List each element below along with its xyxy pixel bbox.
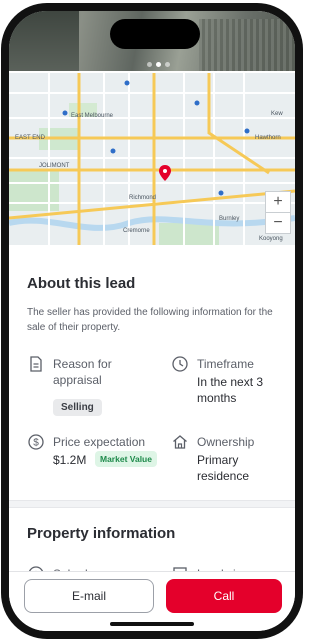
ownership-value: Primary residence <box>197 453 250 483</box>
lead-description: The seller has provided the following in… <box>27 307 273 333</box>
map-label: Hawthorn <box>255 135 281 141</box>
market-value-badge: Market Value <box>95 451 157 467</box>
call-button[interactable]: Call <box>166 579 282 613</box>
dynamic-island <box>110 19 200 49</box>
location-map[interactable]: East Melbourne EAST END JOLIMONT Richmon… <box>9 73 295 245</box>
reason-item: Reason for appraisal Selling <box>27 355 153 425</box>
clock-icon <box>172 356 188 372</box>
map-label: East Melbourne <box>71 113 114 119</box>
photo-fence <box>199 19 295 71</box>
price-value: $1.2M <box>53 453 87 467</box>
email-button[interactable]: E-mail <box>24 579 154 613</box>
section-title-property: Property information <box>27 525 176 542</box>
carousel-dot-active <box>156 62 161 67</box>
park-area <box>159 223 219 245</box>
ownership-item: Ownership Primary residence <box>171 433 281 493</box>
screen: East Melbourne EAST END JOLIMONT Richmon… <box>9 11 295 631</box>
dollar-icon: $ <box>28 434 44 450</box>
photo-wall <box>9 11 79 71</box>
timeframe-value: In the next 3 months <box>197 375 264 405</box>
price-item: $ Price expectation $1.2M Market Value <box>27 433 167 473</box>
park-area <box>9 171 59 211</box>
carousel-dots <box>147 62 170 67</box>
document-icon <box>30 356 42 372</box>
home-icon <box>173 435 187 449</box>
map-label: Kew <box>271 111 283 117</box>
section-title-lead: About this lead <box>27 275 136 292</box>
map-label: Burnley <box>219 216 240 222</box>
carousel-dot <box>147 62 152 67</box>
zoom-in-button[interactable]: + <box>265 191 291 213</box>
section-divider <box>9 500 295 508</box>
timeframe-item: Timeframe In the next 3 months <box>171 355 281 425</box>
timeframe-label: Timeframe <box>197 357 254 371</box>
map-label: JOLIMONT <box>39 163 70 169</box>
ownership-label: Ownership <box>197 435 255 449</box>
map-label: Kooyong <box>259 236 283 242</box>
phone-frame: East Melbourne EAST END JOLIMONT Richmon… <box>1 3 303 639</box>
home-indicator[interactable] <box>110 622 194 626</box>
map-label: EAST END <box>15 135 45 141</box>
svg-text:$: $ <box>33 438 39 449</box>
zoom-out-button[interactable]: − <box>265 212 291 234</box>
map-streets <box>9 73 295 245</box>
carousel-dot <box>165 62 170 67</box>
price-label: Price expectation <box>53 435 146 449</box>
reason-label: Reason for appraisal <box>53 357 112 387</box>
reason-badge: Selling <box>53 399 102 416</box>
action-footer: E-mail Call <box>9 571 295 631</box>
map-label: Richmond <box>129 195 157 201</box>
map-label: Cremorne <box>123 228 150 234</box>
